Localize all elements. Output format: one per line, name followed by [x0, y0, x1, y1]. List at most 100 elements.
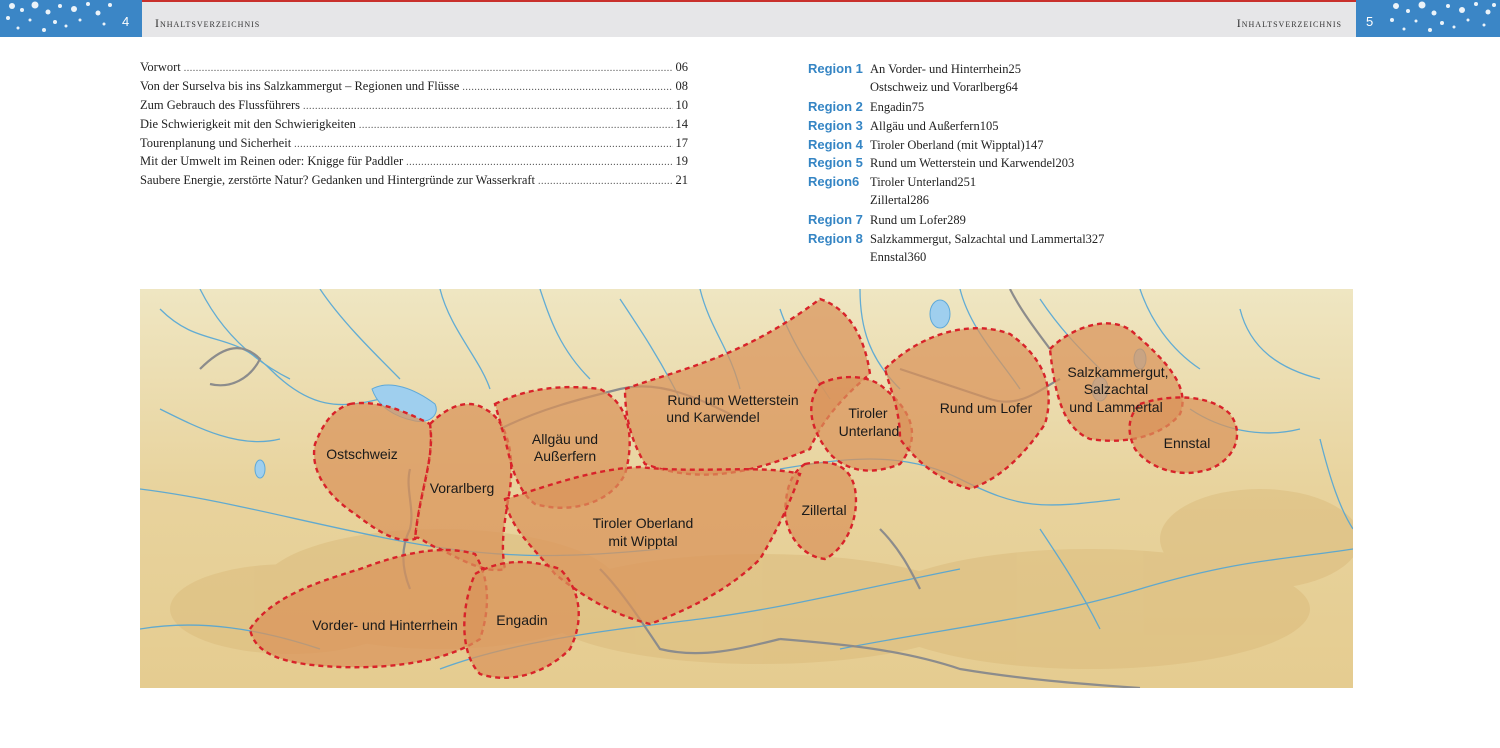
- toc-entry-title: Vorwort: [140, 60, 181, 74]
- toc-entry[interactable]: Mit der Umwelt im Reinen oder: Knigge fü…: [140, 154, 688, 173]
- region-label: Region 8: [808, 231, 863, 247]
- toc-entry-title: Tourenplanung und Sicherheit: [140, 135, 292, 150]
- toc-entry-title: Saubere Energie, zerstörte Natur? Gedank…: [140, 173, 536, 188]
- running-title-right: Inhaltsverzeichnis: [1236, 16, 1342, 30]
- map-label-lofer: Rund um Lofer: [940, 400, 1033, 416]
- toc-entry-page: 25: [1008, 62, 1022, 76]
- map-label-allgaeu: Allgäu und: [532, 431, 598, 447]
- toc-entry[interactable]: Saubere Energie, zerstörte Natur? Gedank…: [140, 173, 688, 192]
- header-top-rule: [0, 0, 1500, 2]
- toc-entry-page: 14: [675, 116, 689, 131]
- toc-entry-title: Zum Gebrauch des Flussführers: [140, 97, 301, 112]
- region-label: Region 4: [808, 136, 863, 152]
- toc-region-entry[interactable]: Region 7 Rund um Lofer 289: [808, 212, 1355, 231]
- toc-entry-title: Engadin: [870, 99, 912, 114]
- toc-entry-title: Von der Surselva bis ins Salzkammergut –…: [140, 78, 460, 93]
- toc-entry-page: 147: [1024, 137, 1044, 152]
- region-label: Region 7: [808, 212, 863, 228]
- toc-region-entry[interactable]: Region 2 Engadin 75: [808, 99, 1355, 118]
- page-header: 4 Inhaltsverzeichnis Inhaltsverzeichnis …: [0, 0, 1500, 37]
- toc-region-entry[interactable]: Zillertal 286: [808, 193, 1355, 212]
- dot-leader: [184, 63, 673, 74]
- toc-entry-title: Tiroler Oberland (mit Wipptal): [870, 137, 1025, 152]
- toc-entry-page: 286: [910, 193, 930, 208]
- map-label-vorder-hinterrhein: Vorder- und Hinterrhein: [312, 617, 458, 633]
- toc-entry-title: Ostschweiz und Vorarlberg: [870, 79, 1006, 94]
- lake: [929, 299, 951, 329]
- page-number-left: 4: [122, 14, 130, 29]
- region-map-svg: Ostschweiz Vorarlberg Allgäu und Außerfe…: [140, 289, 1353, 688]
- region-label: Region 3: [808, 117, 863, 133]
- running-title-left: Inhaltsverzeichnis: [155, 16, 261, 30]
- toc-entry-page: 75: [911, 99, 925, 114]
- region-map: Ostschweiz Vorarlberg Allgäu und Außerfe…: [140, 289, 1353, 688]
- dot-leader: [303, 101, 672, 112]
- region-label: Region 1: [808, 61, 863, 76]
- header-tab-right: [1356, 0, 1500, 37]
- toc-entry-page: 08: [675, 78, 689, 93]
- toc-region-entry[interactable]: Ennstal 360: [808, 250, 1355, 269]
- map-label-zillertal: Zillertal: [801, 502, 846, 518]
- toc-entry-title: Ennstal: [870, 249, 908, 264]
- snow-decoration-icon: [6, 1, 112, 32]
- toc-entry[interactable]: Tourenplanung und Sicherheit 17: [140, 136, 688, 155]
- map-label-allgaeu-2: Außerfern: [534, 448, 596, 464]
- map-label-wetterstein: Rund um Wetterstein: [667, 392, 798, 408]
- region-label: Region 2: [808, 98, 863, 114]
- map-label-wetterstein-2: und Karwendel: [666, 409, 759, 425]
- toc-entry-page: 21: [675, 173, 689, 188]
- map-label-tiroler-unterland-2: Unterland: [839, 423, 900, 439]
- toc-entry-title: Tiroler Unterland: [870, 175, 958, 190]
- toc-entry-page: 203: [1055, 156, 1075, 171]
- dot-leader: [359, 120, 673, 131]
- toc-entry-page: 327: [1085, 232, 1105, 247]
- toc-entry-title: Mit der Umwelt im Reinen oder: Knigge fü…: [140, 154, 404, 169]
- toc-region-entry[interactable]: Region 1 An Vorder- und Hinterrhein 25: [808, 61, 1355, 80]
- map-label-salzkammergut-3: und Lammertal: [1069, 399, 1162, 415]
- header-tab-left: [0, 0, 142, 37]
- toc-entry[interactable]: Zum Gebrauch des Flussführers 10: [140, 98, 688, 117]
- map-label-engadin: Engadin: [496, 612, 547, 628]
- toc-entry-title: Zillertal: [870, 193, 911, 208]
- toc-region-entry[interactable]: Ostschweiz und Vorarlberg 64: [808, 80, 1355, 99]
- toc-entry-page: 19: [675, 154, 689, 169]
- map-label-ennstal: Ennstal: [1164, 435, 1211, 451]
- map-label-salzkammergut: Salzkammergut,: [1067, 364, 1168, 380]
- toc-entry-title: Allgäu und Außerfern: [870, 118, 980, 133]
- map-label-salzkammergut-2: Salzachtal: [1084, 381, 1149, 397]
- toc-region-entry[interactable]: Region 8 Salzkammergut, Salzachtal und La…: [808, 231, 1355, 250]
- toc-right: Region 1 An Vorder- und Hinterrhein 25 Ost…: [808, 61, 1355, 269]
- dot-leader: [538, 176, 672, 187]
- toc-entry[interactable]: Vorwort 06: [140, 60, 688, 79]
- region-label: Region6: [808, 174, 860, 190]
- toc-entry-page: 10: [675, 97, 689, 112]
- toc-entry-page: 64: [1005, 79, 1018, 94]
- dot-leader: [462, 82, 672, 93]
- toc-region-entry[interactable]: Region 5 Rund um Wetterstein und Karwende…: [808, 155, 1355, 174]
- map-label-tiroler-oberland: Tiroler Oberland: [593, 515, 694, 531]
- toc-entry-page: 17: [675, 135, 689, 150]
- map-label-tiroler-unterland: Tiroler: [848, 405, 887, 421]
- snow-decoration-icon: [1390, 1, 1496, 32]
- toc-entry-title: Salzkammergut, Salzachtal und Lammertal: [870, 232, 1086, 247]
- dot-leader: [406, 157, 672, 168]
- toc-entry-title: Rund um Lofer: [870, 213, 948, 228]
- toc-entry-page: 251: [957, 175, 977, 190]
- toc-entry-page: 06: [675, 60, 689, 74]
- toc-entry-title: Rund um Wetterstein und Karwendel: [870, 156, 1056, 171]
- map-label-ostschweiz: Ostschweiz: [326, 446, 398, 462]
- toc-region-entry[interactable]: Region 4 Tiroler Oberland (mit Wipptal) 14…: [808, 137, 1355, 156]
- map-label-tiroler-oberland-2: mit Wipptal: [608, 533, 677, 549]
- toc-entry-page: 360: [907, 249, 927, 264]
- region-label: Region 5: [808, 155, 863, 171]
- map-label-vorarlberg: Vorarlberg: [430, 480, 495, 496]
- toc-entry-page: 105: [979, 118, 999, 133]
- lake: [254, 459, 266, 479]
- toc-entry-title: Die Schwierigkeit mit den Schwierigkeite…: [140, 116, 356, 131]
- toc-left: Vorwort 06 Von der Surselva bis ins Salzk…: [140, 60, 688, 192]
- toc-region-entry[interactable]: Region6 Tiroler Unterland 251: [808, 174, 1355, 193]
- toc-entry-title: An Vorder- und Hinterrhein: [870, 62, 1009, 76]
- toc-region-entry[interactable]: Region 3 Allgäu und Außerfern 105: [808, 118, 1355, 137]
- toc-entry[interactable]: Von der Surselva bis ins Salzkammergut –…: [140, 79, 688, 98]
- toc-entry[interactable]: Die Schwierigkeit mit den Schwierigkeite…: [140, 117, 688, 136]
